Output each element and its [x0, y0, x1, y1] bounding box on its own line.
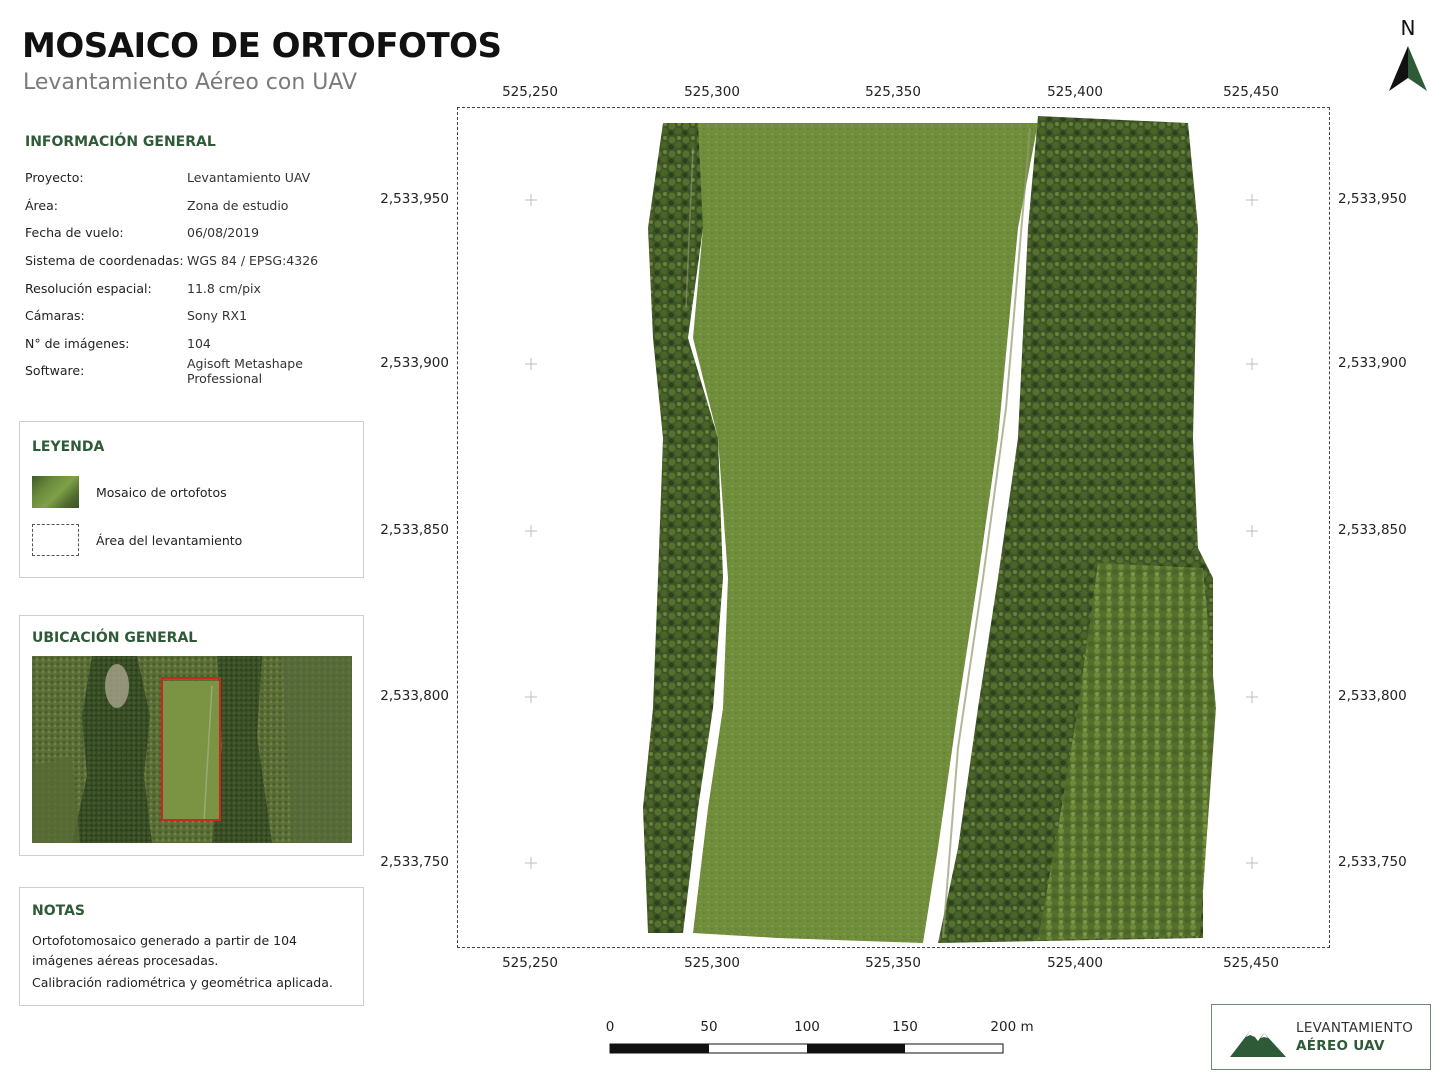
scale-label: 50 [700, 1019, 718, 1035]
info-label: Software: [25, 363, 85, 379]
logo-line-2: AÉREO UAV [1296, 1038, 1385, 1054]
legend-label: Área del levantamiento [96, 532, 243, 548]
legend-item-survey-area: Área del levantamiento [32, 524, 242, 556]
x-tick-top: 525,350 [865, 84, 921, 100]
info-label: Resolución espacial: [25, 280, 152, 296]
info-label: Proyecto: [25, 170, 84, 186]
y-tick-left: 2,533,900 [380, 355, 449, 371]
x-tick-bottom: 525,250 [502, 955, 558, 971]
x-tick-top: 525,400 [1047, 84, 1103, 100]
info-label: Área: [25, 197, 58, 213]
info-row: Área: Zona de estudio [25, 192, 370, 220]
legend-panel: LEYENDA Mosaico de ortofotos Área del le… [19, 421, 364, 578]
info-row: Cámaras: Sony RX1 [25, 302, 370, 330]
organization-logo: LEVANTAMIENTO AÉREO UAV [1211, 1004, 1431, 1070]
x-tick-bottom: 525,400 [1047, 955, 1103, 971]
y-tick-right: 2,533,750 [1338, 854, 1407, 870]
scale-label: 150 [892, 1019, 918, 1035]
note-text: Calibración radiométrica y geométrica ap… [32, 975, 333, 990]
info-label: N° de imágenes: [25, 335, 130, 351]
info-value: 104 [187, 335, 211, 351]
legend-item-orthomosaic: Mosaico de ortofotos [32, 476, 227, 508]
y-tick-left: 2,533,800 [380, 688, 449, 704]
location-panel: UBICACIÓN GENERAL [19, 615, 364, 856]
map-title: MOSAICO DE ORTOFOTOS [22, 26, 502, 66]
info-value: Sony RX1 [187, 308, 248, 324]
info-value: 11.8 cm/pix [187, 280, 261, 296]
mountain-logo-icon [1230, 1031, 1286, 1057]
info-value: 06/08/2019 [187, 225, 260, 241]
info-value: Agisoft Metashape Professional [187, 355, 303, 386]
orthomosaic-swatch [32, 476, 79, 508]
notes-title: NOTAS [32, 903, 85, 919]
north-arrow-icon [1389, 46, 1427, 91]
notes-panel: NOTAS Ortofotomosaico generado a partir … [19, 887, 364, 1006]
info-row: N° de imágenes: 104 [25, 330, 370, 358]
note-text: Ortofotomosaico generado a partir de 104… [32, 933, 297, 968]
y-tick-right: 2,533,900 [1338, 355, 1407, 371]
x-tick-top: 525,250 [502, 84, 558, 100]
info-value: Zona de estudio [187, 197, 289, 213]
scale-label: 200 m [990, 1019, 1034, 1035]
general-info-title: INFORMACIÓN GENERAL [25, 134, 216, 150]
legend-title: LEYENDA [32, 439, 105, 455]
y-tick-right: 2,533,800 [1338, 688, 1407, 704]
info-value: Levantamiento UAV [187, 170, 311, 186]
scale-bar-graphic [609, 1043, 1004, 1054]
location-overview-map [32, 656, 352, 843]
x-tick-top: 525,450 [1223, 84, 1279, 100]
logo-line-1: LEVANTAMIENTO [1296, 1020, 1414, 1036]
y-tick-right: 2,533,950 [1338, 191, 1407, 207]
x-tick-bottom: 525,300 [684, 955, 740, 971]
info-label: Cámaras: [25, 308, 85, 324]
info-label: Sistema de coordenadas: [25, 253, 184, 269]
y-tick-left: 2,533,950 [380, 191, 449, 207]
north-arrow: N [1385, 16, 1431, 94]
info-row: Proyecto: Levantamiento UAV [25, 164, 370, 192]
x-tick-bottom: 525,350 [865, 955, 921, 971]
scale-label: 0 [605, 1019, 615, 1035]
x-tick-bottom: 525,450 [1223, 955, 1279, 971]
info-row: Fecha de vuelo: 06/08/2019 [25, 219, 370, 247]
info-row: Sistema de coordenadas: WGS 84 / EPSG:432… [25, 247, 370, 275]
orthomosaic-image [525, 116, 1258, 943]
scale-bar: 0 50 100 150 200 m [600, 1016, 1040, 1061]
info-value: WGS 84 / EPSG:4326 [187, 253, 319, 269]
map-subtitle: Levantamiento Aéreo con UAV [23, 70, 358, 95]
scale-label: 100 [794, 1019, 820, 1035]
general-info-section: INFORMACIÓN GENERAL Proyecto: Levantamien… [25, 134, 370, 386]
y-tick-right: 2,533,850 [1338, 522, 1407, 538]
x-tick-top: 525,300 [684, 84, 740, 100]
location-title: UBICACIÓN GENERAL [32, 630, 198, 646]
y-tick-left: 2,533,850 [380, 522, 449, 538]
y-tick-left: 2,533,750 [380, 854, 449, 870]
survey-area-frame [457, 107, 1330, 948]
info-row: Resolución espacial: 11.8 cm/pix [25, 274, 370, 302]
dashed-area-swatch [32, 524, 79, 556]
info-label: Fecha de vuelo: [25, 225, 124, 241]
legend-label: Mosaico de ortofotos [96, 484, 227, 500]
info-row: Software: Agisoft Metashape Professional [25, 355, 370, 386]
